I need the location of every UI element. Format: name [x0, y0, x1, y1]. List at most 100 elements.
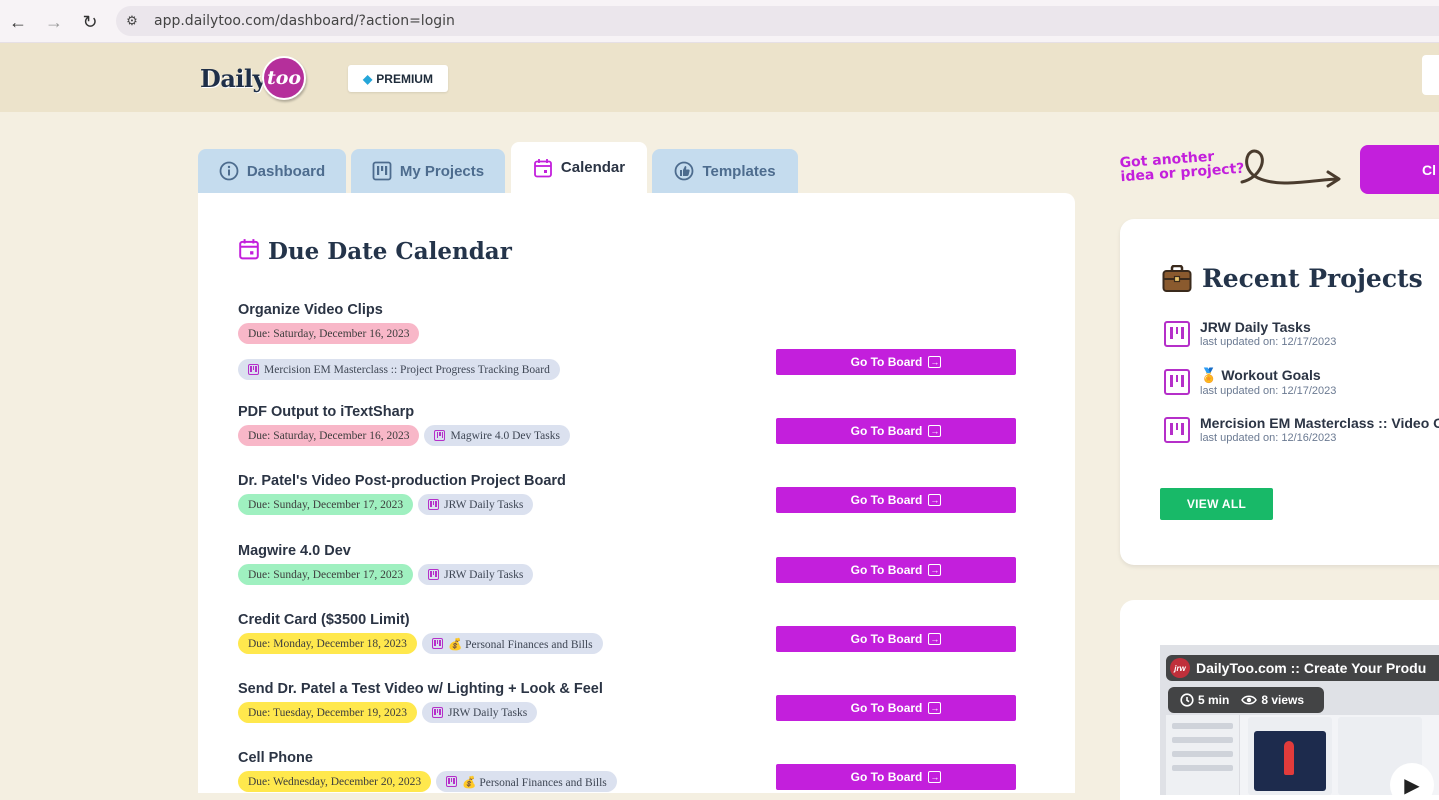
go-to-board-button[interactable]: Go To Board →	[776, 626, 1016, 652]
browser-toolbar: ← → ↻ ⚙ app.dailytoo.com/dashboard/?acti…	[0, 0, 1439, 43]
go-to-board-label: Go To Board	[850, 632, 923, 646]
board-badge[interactable]: Magwire 4.0 Dev Tasks	[424, 425, 570, 446]
board-icon	[431, 638, 443, 649]
recent-project-date: last updated on: 12/17/2023	[1200, 385, 1337, 397]
view-all-button[interactable]: VIEW ALL	[1160, 488, 1273, 520]
due-date-badge: Due: Wednesday, December 20, 2023	[238, 771, 432, 792]
board-icon	[431, 707, 443, 718]
enter-icon: →	[928, 356, 942, 368]
video-thumbnail-column	[1248, 717, 1332, 795]
board-badge-label: JRW Daily Tasks	[447, 706, 528, 719]
swirl-arrow-icon	[1240, 149, 1341, 188]
tab-calendar[interactable]: Calendar	[511, 142, 647, 193]
address-bar[interactable]: ⚙ app.dailytoo.com/dashboard/?action=log…	[116, 6, 1439, 36]
go-to-board-button[interactable]: Go To Board →	[776, 695, 1016, 721]
video-views-text: 8 views	[1261, 693, 1305, 707]
video-card: jrw DailyToo.com :: Create Your Produ 5 …	[1120, 600, 1439, 800]
create-project-button[interactable]: Cl	[1360, 145, 1439, 194]
board-badge-label: JRW Daily Tasks	[444, 568, 524, 581]
go-to-board-button[interactable]: Go To Board →	[776, 764, 1016, 790]
board-icon	[1164, 369, 1190, 395]
due-date-badge: Due: Saturday, December 16, 2023	[238, 323, 420, 344]
calendar-icon	[238, 238, 260, 265]
board-badge-label: JRW Daily Tasks	[444, 498, 524, 511]
tab-my-projects-label: My Projects	[399, 162, 485, 180]
board-badge[interactable]: JRW Daily Tasks	[421, 702, 538, 723]
tab-dashboard[interactable]: Dashboard	[198, 149, 346, 193]
info-icon	[219, 161, 239, 181]
tab-templates[interactable]: Templates	[652, 149, 798, 193]
go-to-board-label: Go To Board	[850, 424, 923, 438]
thumbs-up-icon	[674, 161, 694, 181]
video-views: 8 views	[1241, 693, 1304, 707]
diamond-icon: ◆	[363, 71, 373, 86]
board-badge[interactable]: JRW Daily Tasks	[418, 564, 534, 585]
video-thumbnail-card	[1254, 731, 1326, 791]
due-date-badge: Due: Saturday, December 16, 2023	[238, 425, 420, 446]
header-user-box[interactable]	[1422, 55, 1439, 95]
board-icon	[428, 499, 440, 510]
board-icon	[428, 569, 440, 580]
board-icon	[1164, 321, 1190, 347]
recent-project-item[interactable]: 🏅 Workout Goals last updated on: 12/17/2…	[1164, 367, 1439, 397]
video-thumbnail-sidebar	[1166, 715, 1240, 795]
board-badge-label: 💰 Personal Finances and Bills	[462, 776, 607, 789]
enter-icon: →	[928, 771, 942, 783]
recent-project-item[interactable]: Mercision EM Masterclass :: Video O last…	[1164, 415, 1439, 444]
eye-icon	[1241, 695, 1258, 705]
board-badge-label: 💰 Personal Finances and Bills	[447, 638, 593, 651]
jrw-logo: jrw	[1170, 658, 1190, 678]
view-all-label: VIEW ALL	[1186, 497, 1247, 511]
video-player[interactable]: jrw DailyToo.com :: Create Your Produ 5 …	[1160, 645, 1439, 795]
logo-too-badge: too	[262, 56, 307, 100]
tab-calendar-label: Calendar	[560, 159, 626, 176]
url-text[interactable]: app.dailytoo.com/dashboard/?action=login	[154, 13, 455, 29]
tab-my-projects[interactable]: My Projects	[351, 149, 505, 193]
forward-icon[interactable]: →	[42, 10, 66, 34]
calendar-panel: Due Date Calendar Organize Video Clips D…	[198, 193, 1075, 793]
recent-project-title: 🏅 Workout Goals	[1200, 367, 1321, 383]
board-badge[interactable]: 💰 Personal Finances and Bills	[421, 633, 603, 654]
enter-icon: →	[928, 494, 942, 506]
recent-project-date: last updated on: 12/16/2023	[1200, 432, 1337, 444]
video-stats: 5 min 8 views	[1168, 687, 1324, 713]
premium-badge[interactable]: ◆ PREMIUM	[348, 65, 448, 92]
back-icon[interactable]: ←	[6, 10, 30, 34]
due-date-badge: Due: Sunday, December 17, 2023	[238, 564, 414, 585]
briefcase-icon	[1162, 265, 1192, 292]
go-to-board-label: Go To Board	[850, 355, 923, 369]
go-to-board-button[interactable]: Go To Board →	[776, 557, 1016, 583]
go-to-board-label: Go To Board	[850, 770, 923, 784]
dailytoo-logo[interactable]: Daily too	[200, 55, 307, 101]
site-settings-icon[interactable]: ⚙	[118, 7, 146, 35]
go-to-board-button[interactable]: Go To Board →	[776, 418, 1016, 444]
task-name[interactable]: Organize Video Clips	[238, 302, 1038, 318]
go-to-board-label: Go To Board	[850, 493, 923, 507]
board-icon	[446, 776, 458, 787]
board-badge[interactable]: Mercision EM Masterclass :: Project Prog…	[238, 359, 560, 380]
go-to-board-label: Go To Board	[850, 563, 923, 577]
go-to-board-button[interactable]: Go To Board →	[776, 487, 1016, 513]
clock-icon	[1180, 693, 1194, 707]
due-date-badge: Due: Sunday, December 17, 2023	[238, 494, 414, 515]
recent-project-title: Mercision EM Masterclass :: Video O	[1200, 415, 1439, 431]
enter-icon: →	[928, 633, 942, 645]
board-icon	[248, 364, 259, 375]
board-icon	[372, 161, 392, 181]
enter-icon: →	[928, 702, 942, 714]
board-badge-label: Magwire 4.0 Dev Tasks	[450, 429, 560, 442]
reload-icon[interactable]: ↻	[78, 10, 102, 34]
calendar-heading: Due Date Calendar	[238, 238, 512, 265]
go-to-board-label: Go To Board	[850, 701, 923, 715]
tab-dashboard-label: Dashboard	[246, 162, 326, 180]
video-duration: 5 min	[1180, 693, 1229, 707]
board-badge[interactable]: JRW Daily Tasks	[418, 494, 534, 515]
go-to-board-button[interactable]: Go To Board →	[776, 349, 1016, 375]
recent-project-item[interactable]: JRW Daily Tasks last updated on: 12/17/2…	[1164, 319, 1439, 348]
tab-templates-label: Templates	[702, 162, 776, 180]
board-icon	[434, 430, 446, 441]
recent-projects-card: Recent Projects JRW Daily Tasks last upd…	[1120, 219, 1439, 565]
app-header: Daily too ◆ PREMIUM	[0, 43, 1439, 112]
board-badge[interactable]: 💰 Personal Finances and Bills	[436, 771, 617, 792]
video-duration-text: 5 min	[1198, 693, 1230, 707]
